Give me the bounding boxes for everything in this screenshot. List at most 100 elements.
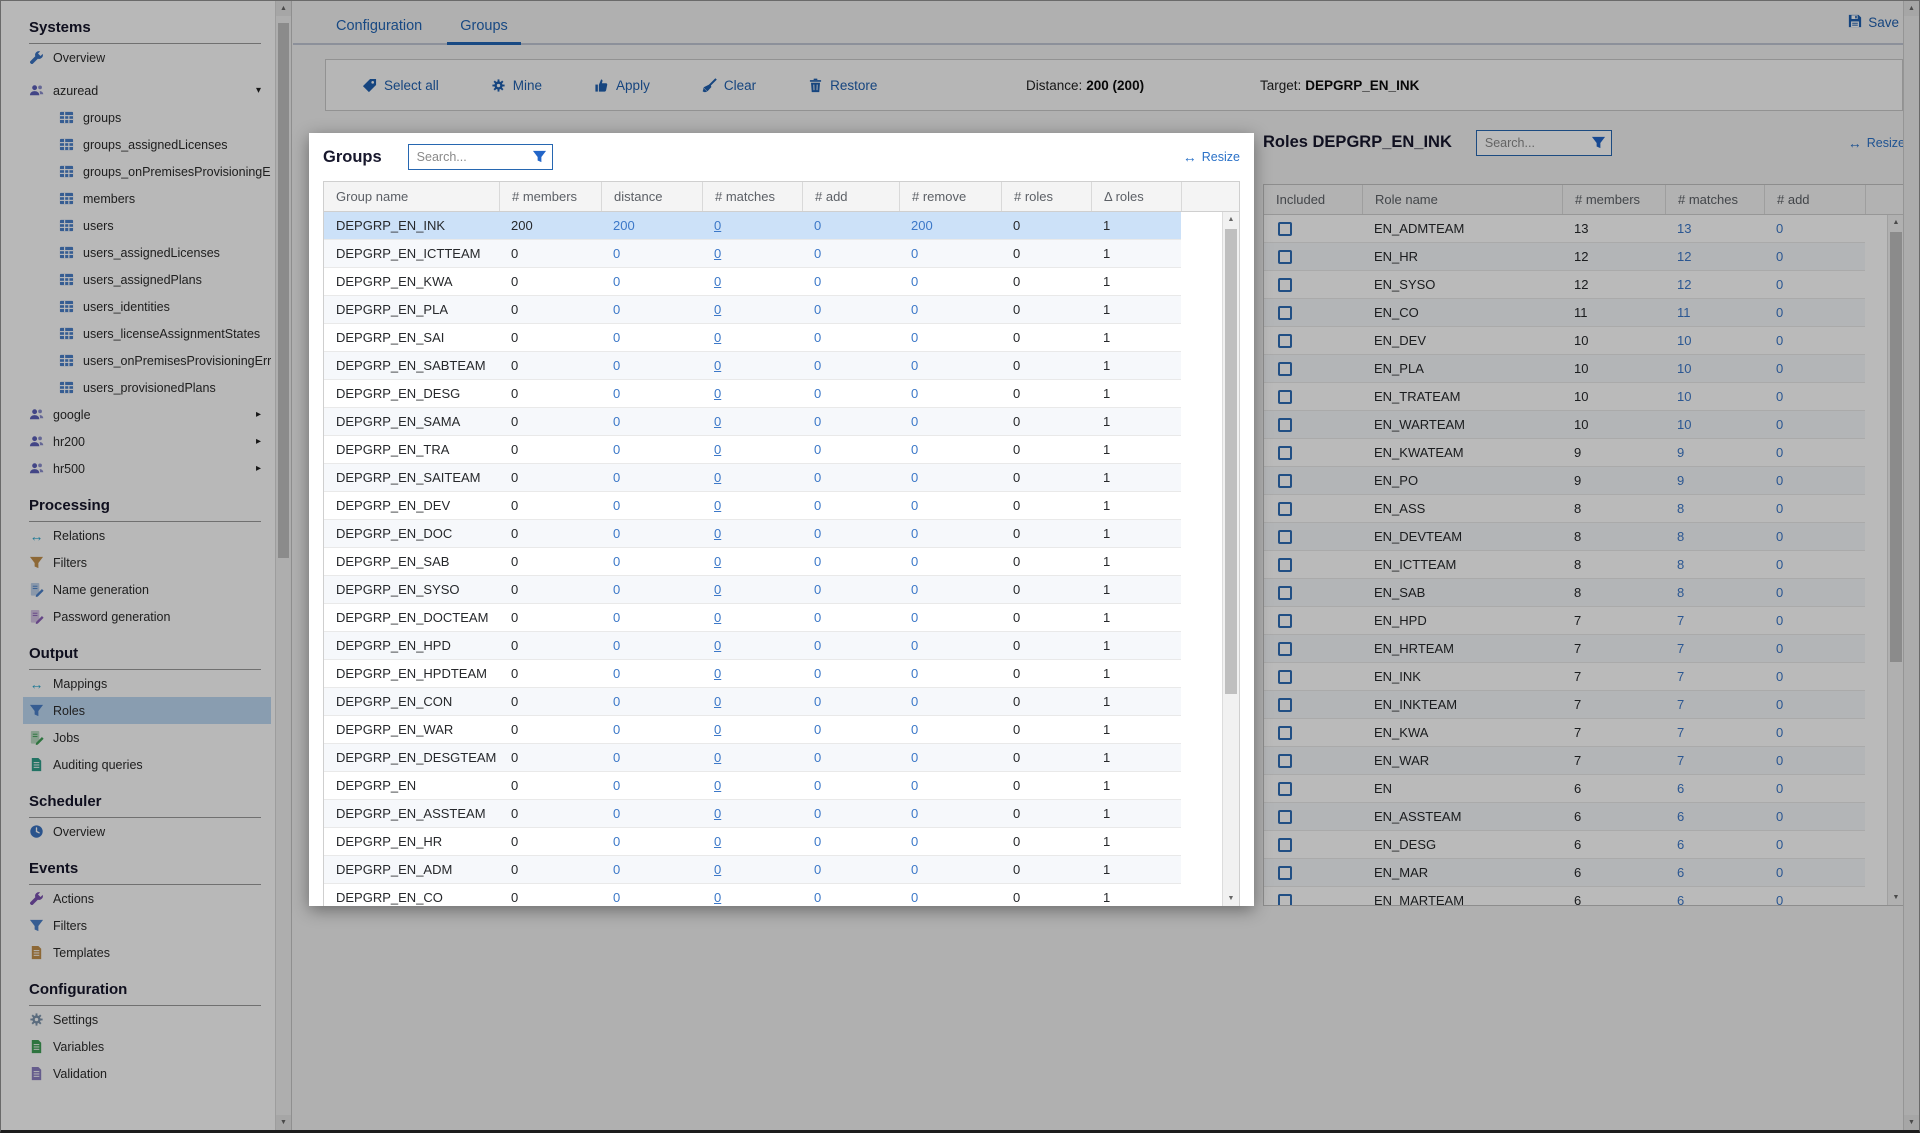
- distance-value[interactable]: 0: [613, 722, 620, 737]
- table-row[interactable]: EN_PO 9 9 0: [1264, 467, 1865, 495]
- table-row[interactable]: DEPGRP_EN_ICTTEAM 0 0 0 0 0 0 1: [324, 240, 1181, 268]
- column-header-add[interactable]: # add: [802, 182, 899, 211]
- table-row[interactable]: EN_INKTEAM 7 7 0: [1264, 691, 1865, 719]
- add-value[interactable]: 0: [1776, 333, 1783, 348]
- included-checkbox[interactable]: [1278, 221, 1292, 236]
- add-value[interactable]: 0: [1776, 417, 1783, 432]
- restore-button[interactable]: Restore: [782, 60, 903, 110]
- included-checkbox[interactable]: [1278, 529, 1292, 544]
- groups-resize-link[interactable]: ↔ Resize: [1183, 150, 1240, 164]
- included-checkbox[interactable]: [1278, 865, 1292, 880]
- roles-resize-link[interactable]: ↔ Resize: [1848, 136, 1905, 150]
- table-row[interactable]: DEPGRP_EN_DOCTEAM 0 0 0 0 0 0 1: [324, 604, 1181, 632]
- groups-scrollbar[interactable]: ▲ ▼: [1222, 212, 1239, 906]
- filter-funnel-icon[interactable]: [1591, 135, 1606, 150]
- table-row[interactable]: EN_MAR 6 6 0: [1264, 859, 1865, 887]
- table-row[interactable]: DEPGRP_EN_HPDTEAM 0 0 0 0 0 0 1: [324, 660, 1181, 688]
- distance-value[interactable]: 0: [613, 358, 620, 373]
- add-value[interactable]: 0: [814, 470, 821, 485]
- distance-value[interactable]: 0: [613, 666, 620, 681]
- table-row[interactable]: EN_ICTTEAM 8 8 0: [1264, 551, 1865, 579]
- table-row[interactable]: DEPGRP_EN_CON 0 0 0 0 0 0 1: [324, 688, 1181, 716]
- sidebar-item-azuread[interactable]: azuread ▾: [23, 77, 271, 104]
- add-value[interactable]: 0: [814, 806, 821, 821]
- add-value[interactable]: 0: [1776, 529, 1783, 544]
- distance-value[interactable]: 0: [613, 806, 620, 821]
- chevron-right-icon[interactable]: ▸: [256, 409, 261, 420]
- table-row[interactable]: DEPGRP_EN_SABTEAM 0 0 0 0 0 0 1: [324, 352, 1181, 380]
- remove-value[interactable]: 0: [911, 638, 918, 653]
- distance-value[interactable]: 0: [613, 526, 620, 541]
- matches-value[interactable]: 0: [714, 498, 721, 513]
- distance-value[interactable]: 0: [613, 330, 620, 345]
- distance-value[interactable]: 0: [613, 778, 620, 793]
- table-row[interactable]: DEPGRP_EN_PLA 0 0 0 0 0 0 1: [324, 296, 1181, 324]
- table-row[interactable]: DEPGRP_EN_CO 0 0 0 0 0 0 1: [324, 884, 1181, 906]
- add-value[interactable]: 0: [1776, 837, 1783, 852]
- table-row[interactable]: EN_HRTEAM 7 7 0: [1264, 635, 1865, 663]
- add-value[interactable]: 0: [814, 274, 821, 289]
- sidebar-item-overview[interactable]: Overview: [23, 44, 271, 71]
- column-header-role-name[interactable]: Role name: [1362, 185, 1562, 214]
- included-checkbox[interactable]: [1278, 725, 1292, 740]
- matches-value[interactable]: 9: [1677, 445, 1684, 460]
- add-value[interactable]: 0: [814, 610, 821, 625]
- sidebar-item-settings[interactable]: Settings: [23, 1006, 271, 1033]
- table-row[interactable]: EN_TRATEAM 10 10 0: [1264, 383, 1865, 411]
- sidebar-item-jobs[interactable]: Jobs: [23, 724, 271, 751]
- table-row[interactable]: DEPGRP_EN_KWA 0 0 0 0 0 0 1: [324, 268, 1181, 296]
- distance-value[interactable]: 0: [613, 610, 620, 625]
- add-value[interactable]: 0: [1776, 641, 1783, 656]
- add-value[interactable]: 0: [1776, 669, 1783, 684]
- table-row[interactable]: DEPGRP_EN_ASSTEAM 0 0 0 0 0 0 1: [324, 800, 1181, 828]
- remove-value[interactable]: 0: [911, 442, 918, 457]
- matches-value[interactable]: 11: [1677, 305, 1691, 320]
- add-value[interactable]: 0: [1776, 221, 1783, 236]
- matches-value[interactable]: 8: [1677, 557, 1684, 572]
- remove-value[interactable]: 200: [911, 218, 933, 233]
- included-checkbox[interactable]: [1278, 837, 1292, 852]
- sidebar-item-users-assignedlicenses[interactable]: users_assignedLicenses: [23, 239, 271, 266]
- add-value[interactable]: 0: [1776, 753, 1783, 768]
- matches-value[interactable]: 0: [714, 890, 721, 905]
- table-row[interactable]: EN_DEV 10 10 0: [1264, 327, 1865, 355]
- sidebar-item-roles[interactable]: Roles: [23, 697, 271, 724]
- included-checkbox[interactable]: [1278, 501, 1292, 516]
- table-row[interactable]: DEPGRP_EN_SAB 0 0 0 0 0 0 1: [324, 548, 1181, 576]
- table-row[interactable]: EN_WAR 7 7 0: [1264, 747, 1865, 775]
- add-value[interactable]: 0: [814, 666, 821, 681]
- distance-value[interactable]: 0: [613, 694, 620, 709]
- groups-scrollbar-thumb[interactable]: [1225, 229, 1237, 694]
- remove-value[interactable]: 0: [911, 554, 918, 569]
- add-value[interactable]: 0: [814, 694, 821, 709]
- add-value[interactable]: 0: [814, 890, 821, 905]
- sidebar-scrollbar[interactable]: ▲ ▼: [275, 1, 291, 1130]
- matches-value[interactable]: 0: [714, 302, 721, 317]
- tab-configuration[interactable]: Configuration: [323, 7, 435, 45]
- table-row[interactable]: DEPGRP_EN_SAITEAM 0 0 0 0 0 0 1: [324, 464, 1181, 492]
- included-checkbox[interactable]: [1278, 753, 1292, 768]
- sidebar-item-groups-onpremisesprovisioningerrors[interactable]: groups_onPremisesProvisioningErrors: [23, 158, 271, 185]
- matches-value[interactable]: 6: [1677, 865, 1684, 880]
- matches-value[interactable]: 0: [714, 470, 721, 485]
- add-value[interactable]: 0: [1776, 277, 1783, 292]
- column-header-roles[interactable]: Δ roles: [1091, 182, 1181, 211]
- sidebar-item-users-onpremisesprovisioningerrors[interactable]: users_onPremisesProvisioningErrors: [23, 347, 271, 374]
- remove-value[interactable]: 0: [911, 386, 918, 401]
- table-row[interactable]: DEPGRP_EN_WAR 0 0 0 0 0 0 1: [324, 716, 1181, 744]
- included-checkbox[interactable]: [1278, 361, 1292, 376]
- table-row[interactable]: DEPGRP_EN_HPD 0 0 0 0 0 0 1: [324, 632, 1181, 660]
- add-value[interactable]: 0: [814, 554, 821, 569]
- table-row[interactable]: EN_INK 7 7 0: [1264, 663, 1865, 691]
- remove-value[interactable]: 0: [911, 470, 918, 485]
- scroll-up-icon[interactable]: ▲: [1223, 212, 1239, 227]
- matches-value[interactable]: 6: [1677, 837, 1684, 852]
- scroll-up-icon[interactable]: ▲: [1888, 215, 1904, 230]
- matches-value[interactable]: 7: [1677, 697, 1684, 712]
- remove-value[interactable]: 0: [911, 358, 918, 373]
- column-header-distance[interactable]: distance: [601, 182, 702, 211]
- sidebar-item-google[interactable]: google ▸: [23, 401, 271, 428]
- add-value[interactable]: 0: [814, 862, 821, 877]
- matches-value[interactable]: 0: [714, 386, 721, 401]
- distance-value[interactable]: 0: [613, 414, 620, 429]
